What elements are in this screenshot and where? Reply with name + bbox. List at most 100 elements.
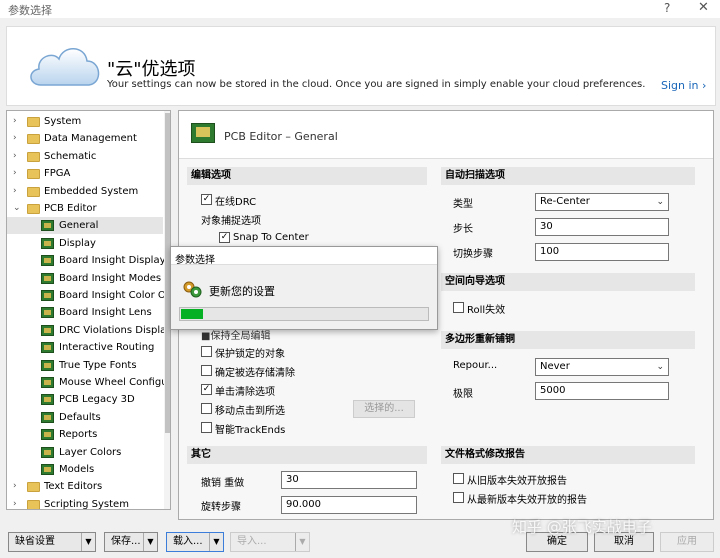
protect-locked-checkbox[interactable] (201, 346, 212, 357)
chevron-right-icon[interactable]: › (13, 183, 23, 200)
tree-item[interactable]: DRC Violations Display (7, 322, 170, 339)
undo-redo-input[interactable]: 30 (281, 471, 417, 489)
tree-item-label: Text Editors (44, 481, 103, 493)
defaults-button[interactable]: 缺省设置 ▼ (8, 532, 96, 552)
tree-item-label: Layer Colors (59, 446, 122, 458)
autopan-type-select[interactable]: Re-Center ⌄ (535, 193, 669, 211)
watermark: 知乎 @张飞实战电子 (512, 518, 652, 536)
chevron-down-icon[interactable]: ⌄ (13, 200, 23, 217)
apply-button[interactable]: 应用 (660, 532, 714, 552)
chevron-down-icon[interactable]: ▼ (143, 533, 157, 551)
folder-icon (27, 151, 40, 162)
tree-item[interactable]: › Embedded System (7, 183, 163, 200)
import-button[interactable]: 导入... ▼ (230, 532, 310, 552)
progress-message: 更新您的设置 (209, 285, 275, 298)
chevron-down-icon[interactable]: ▼ (81, 533, 95, 551)
chevron-right-icon[interactable]: › (13, 148, 23, 165)
autopan-type-label: 类型 (453, 199, 473, 210)
rotation-step-input[interactable]: 90.000 (281, 496, 417, 514)
tree-item[interactable]: Models (7, 461, 163, 478)
tree-item[interactable]: Board Insight Modes (7, 270, 163, 287)
pcb-page-icon (41, 307, 54, 319)
tree-item-label: Board Insight Display (59, 255, 166, 267)
pcb-page-icon (41, 255, 54, 267)
pcb-page-icon (41, 237, 54, 249)
tree-item[interactable]: Display (7, 235, 163, 252)
limit-label: 极限 (453, 389, 473, 400)
tree-item[interactable]: Defaults (7, 409, 163, 426)
repour-value: Never (540, 361, 570, 372)
autopan-step-input[interactable]: 30 (535, 218, 669, 236)
chevron-right-icon[interactable]: › (13, 130, 23, 147)
repour-select[interactable]: Never ⌄ (535, 358, 669, 376)
tree-item[interactable]: › Schematic (7, 148, 163, 165)
new-version-report-checkbox[interactable] (453, 492, 464, 503)
polygon-repour-heading: 多边形重新铺铜 (441, 331, 695, 349)
tree-item[interactable]: True Type Fonts (7, 357, 163, 374)
progress-title: 参数选择 (175, 255, 215, 266)
pcb-page-icon (41, 359, 54, 371)
close-button[interactable]: ✕ (698, 0, 709, 15)
old-version-report-checkbox[interactable] (453, 473, 464, 484)
tree-item[interactable]: › Data Management (7, 130, 163, 147)
tree-item[interactable]: Board Insight Color Over (7, 287, 170, 304)
pcb-page-icon (41, 464, 54, 475)
load-button[interactable]: 载入... ▼ (166, 532, 224, 552)
pcb-page-icon (41, 429, 54, 441)
cloud-icon (30, 48, 100, 86)
progress-dialog: 参数选择 更新您的设置 (170, 246, 438, 330)
preferences-tree[interactable]: › System › Data Management › Schematic › FPGA › E… (6, 110, 171, 510)
pcb-page-icon (41, 394, 54, 406)
chevron-down-icon[interactable]: ▼ (209, 533, 223, 551)
tree-item-label: PCB Editor (44, 203, 97, 214)
click-clear-label: 单击清除选项 (215, 387, 275, 398)
folder-icon (27, 204, 40, 214)
limit-input[interactable]: 5000 (535, 382, 669, 400)
tree-item-label: FPGA (44, 168, 71, 180)
protect-locked-label: 保护锁定的对象 (215, 349, 285, 360)
pcb-page-icon (41, 324, 54, 336)
smart-track-checkbox[interactable] (201, 422, 212, 433)
sign-in-link[interactable]: Sign in › (661, 79, 706, 92)
tree-item[interactable]: Mouse Wheel Configura (7, 374, 170, 391)
move-click-checkbox[interactable] (201, 403, 212, 414)
tree-item[interactable]: Board Insight Display (7, 252, 166, 269)
tree-item-label: Board Insight Modes (59, 272, 162, 284)
tree-item[interactable]: PCB Legacy 3D (7, 391, 163, 408)
tree-item-label: Reports (59, 429, 98, 441)
snap-to-center-checkbox[interactable]: ✓ (219, 232, 230, 243)
tree-item[interactable]: Board Insight Lens (7, 304, 163, 321)
pcb-page-icon (41, 272, 54, 284)
confirm-clear-label: 确定被选存储清除 (215, 368, 295, 379)
shift-step-input[interactable]: 100 (535, 243, 669, 261)
tree-item[interactable]: ⌄ PCB Editor (7, 200, 163, 217)
other-heading: 其它 (187, 446, 427, 464)
save-button[interactable]: 保存... ▼ (104, 532, 158, 552)
tree-item-label: System (44, 116, 82, 127)
online-drc-checkbox[interactable]: ✓ (201, 194, 212, 205)
tree-item[interactable]: General (7, 217, 163, 235)
chevron-down-icon: ⌄ (656, 362, 664, 372)
help-button[interactable]: ? (664, 1, 670, 15)
chevron-right-icon[interactable]: › (13, 496, 23, 509)
tree-item[interactable]: › Text Editors (7, 478, 163, 495)
chevron-right-icon[interactable]: › (13, 478, 23, 495)
pcb-editor-icon (191, 123, 215, 143)
tree-item[interactable]: › System (7, 113, 163, 130)
chevron-down-icon[interactable]: ▼ (295, 533, 309, 551)
snap-to-center-label: Snap To Center (233, 232, 309, 243)
confirm-clear-checkbox[interactable] (201, 365, 212, 376)
edit-options-heading: 编辑选项 (187, 167, 427, 185)
chevron-right-icon[interactable]: › (13, 165, 23, 182)
tree-item[interactable]: Interactive Routing (7, 339, 163, 356)
roll-disable-checkbox[interactable] (453, 302, 464, 313)
select-objects-button[interactable]: 选择的... (353, 400, 415, 418)
file-format-heading: 文件格式修改报告 (441, 446, 695, 464)
pcb-page-icon (41, 342, 54, 354)
tree-item[interactable]: Layer Colors (7, 444, 163, 461)
chevron-right-icon[interactable]: › (13, 113, 23, 130)
click-clear-checkbox[interactable]: ✓ (201, 384, 212, 395)
tree-item[interactable]: Reports (7, 426, 163, 443)
tree-item[interactable]: › Scripting System (7, 496, 163, 509)
tree-item[interactable]: › FPGA (7, 165, 163, 182)
